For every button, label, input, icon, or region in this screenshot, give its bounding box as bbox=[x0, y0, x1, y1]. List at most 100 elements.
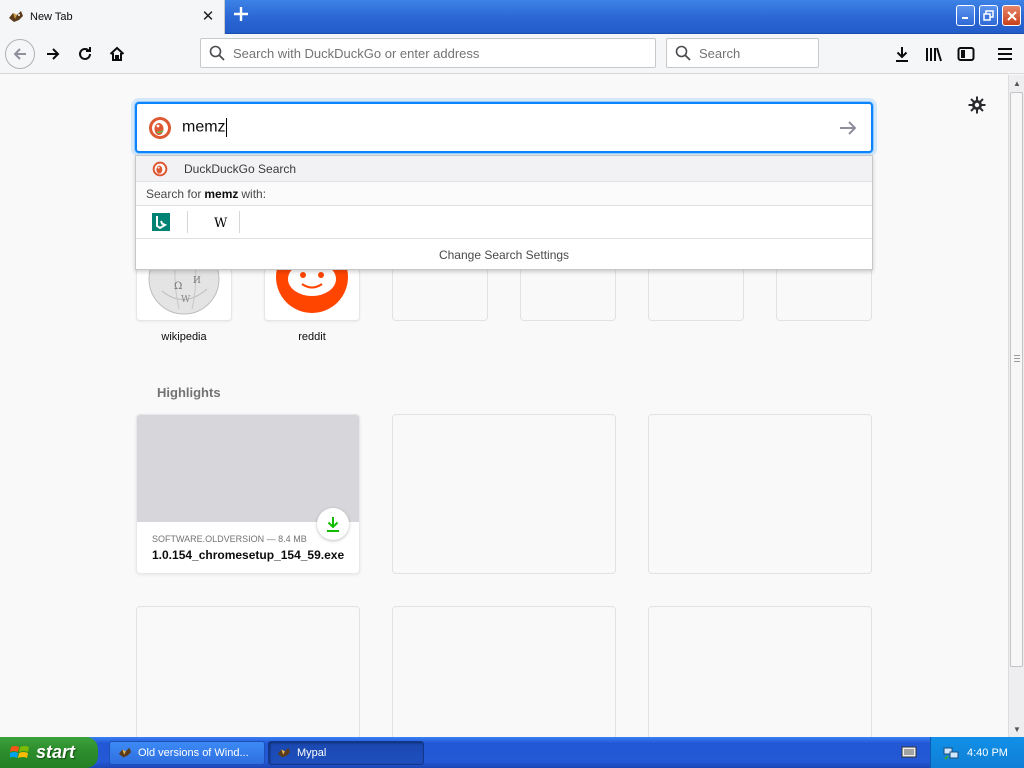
close-window-icon bbox=[1006, 10, 1017, 21]
wikipedia-icon: W bbox=[214, 216, 228, 229]
change-search-settings-button[interactable]: Change Search Settings bbox=[136, 239, 872, 270]
mypal-icon bbox=[277, 747, 291, 758]
start-button[interactable]: start bbox=[0, 737, 98, 768]
top-site-label: reddit bbox=[298, 331, 326, 343]
top-site-wikipedia[interactable]: Ω И W bbox=[136, 268, 232, 321]
search-go-button[interactable] bbox=[837, 117, 859, 139]
customize-button[interactable] bbox=[966, 94, 988, 116]
new-tab-page: Ω И W wikipedia reddit memz DuckDuckGo S… bbox=[0, 75, 1008, 737]
forward-arrow-icon bbox=[47, 48, 60, 60]
start-label: start bbox=[36, 742, 76, 762]
top-site-empty bbox=[520, 268, 616, 321]
wikipedia-logo-icon: Ω И W bbox=[148, 269, 220, 315]
wikipedia-engine-button[interactable]: W bbox=[204, 211, 240, 233]
search-icon bbox=[209, 45, 225, 61]
address-bar[interactable]: Search with DuckDuckGo or enter address bbox=[200, 38, 656, 68]
address-bar-placeholder: Search with DuckDuckGo or enter address bbox=[233, 45, 480, 61]
home-icon bbox=[109, 46, 125, 61]
search-engine-suggestion[interactable]: DuckDuckGo Search bbox=[136, 156, 872, 182]
tab-new-tab[interactable]: New Tab ✕ bbox=[0, 0, 225, 34]
back-button[interactable] bbox=[5, 39, 35, 69]
forward-button[interactable] bbox=[37, 38, 69, 70]
top-site-label: wikipedia bbox=[161, 331, 207, 343]
minimize-icon bbox=[962, 17, 968, 19]
system-tray: 4:40 PM bbox=[930, 737, 1024, 768]
top-site-empty bbox=[648, 268, 744, 321]
plus-icon bbox=[234, 7, 248, 21]
highlights-heading: Highlights bbox=[157, 385, 221, 400]
search-for-header: Search for memz with: bbox=[136, 182, 872, 206]
new-tab-search-input[interactable]: memz bbox=[135, 102, 873, 153]
network-icon[interactable] bbox=[943, 745, 959, 761]
highlight-placeholder bbox=[392, 606, 616, 737]
reload-icon bbox=[79, 47, 91, 60]
download-icon bbox=[896, 47, 908, 62]
taskbar-item[interactable]: Old versions of Wind... bbox=[109, 741, 265, 765]
mypal-icon bbox=[8, 9, 24, 25]
svg-text:Ω: Ω bbox=[174, 281, 182, 292]
home-button[interactable] bbox=[101, 38, 133, 70]
highlight-placeholder bbox=[648, 606, 872, 737]
scroll-up-icon[interactable]: ▲ bbox=[1009, 75, 1024, 91]
search-for-prefix: Search for bbox=[146, 186, 202, 201]
taskbar-item-label: Old versions of Wind... bbox=[138, 747, 249, 759]
close-window-button[interactable] bbox=[1002, 5, 1021, 26]
highlight-preview bbox=[137, 415, 359, 522]
hamburger-menu-icon bbox=[998, 48, 1012, 60]
clock: 4:40 PM bbox=[967, 746, 1008, 759]
tab-title: New Tab bbox=[30, 11, 73, 23]
back-arrow-icon bbox=[13, 48, 26, 60]
search-query-text: memz bbox=[182, 118, 227, 137]
search-suggestions-popup: DuckDuckGo Search Search for memz with: … bbox=[135, 155, 873, 270]
svg-text:W: W bbox=[181, 295, 191, 305]
vertical-scrollbar[interactable]: ▲ ▼ bbox=[1008, 75, 1024, 737]
bing-engine-button[interactable] bbox=[152, 211, 188, 233]
scroll-down-icon[interactable]: ▼ bbox=[1009, 721, 1024, 737]
svg-text:W: W bbox=[214, 216, 228, 229]
arrow-right-icon bbox=[840, 121, 857, 135]
menu-button[interactable] bbox=[989, 38, 1021, 70]
mypal-icon bbox=[118, 747, 132, 758]
scroll-thumb[interactable] bbox=[1010, 92, 1023, 667]
library-icon bbox=[926, 47, 942, 62]
alternate-engines-row: W bbox=[136, 206, 872, 239]
sidebar-icon bbox=[957, 47, 975, 61]
restore-button[interactable] bbox=[979, 5, 998, 26]
duckduckgo-icon bbox=[152, 161, 168, 176]
top-site-empty bbox=[776, 268, 872, 321]
new-tab-button[interactable] bbox=[230, 4, 252, 28]
tab-strip: New Tab ✕ bbox=[0, 0, 1024, 34]
search-for-term: memz bbox=[204, 186, 239, 201]
gear-icon bbox=[968, 96, 986, 114]
svg-text:И: И bbox=[193, 276, 201, 286]
top-site-reddit[interactable] bbox=[264, 268, 360, 321]
top-site-empty bbox=[392, 268, 488, 321]
highlight-meta: SOFTWARE.OLDVERSION — 8.4 MB bbox=[152, 534, 307, 544]
library-button[interactable] bbox=[918, 38, 950, 70]
minimize-button[interactable] bbox=[956, 5, 975, 26]
highlight-card[interactable]: SOFTWARE.OLDVERSION — 8.4 MB 1.0.154_chr… bbox=[136, 414, 360, 574]
bing-icon bbox=[152, 213, 170, 231]
duckduckgo-icon bbox=[149, 116, 171, 139]
search-icon bbox=[675, 45, 691, 61]
highlight-filename: 1.0.154_chromesetup_154_59.exe bbox=[152, 548, 345, 562]
highlight-placeholder bbox=[648, 414, 872, 574]
downloads-button[interactable] bbox=[886, 38, 918, 70]
reddit-logo-icon bbox=[276, 269, 348, 313]
taskbar-item-active[interactable]: Mypal bbox=[268, 741, 424, 765]
highlight-placeholder bbox=[136, 606, 360, 737]
close-icon[interactable]: ✕ bbox=[200, 9, 216, 25]
search-engine-label: DuckDuckGo Search bbox=[184, 161, 297, 176]
download-icon bbox=[317, 508, 349, 540]
search-bar[interactable]: Search bbox=[666, 38, 819, 68]
taskbar-item-label: Mypal bbox=[297, 747, 327, 759]
highlight-placeholder bbox=[392, 414, 616, 574]
reload-button[interactable] bbox=[69, 38, 101, 70]
keyboard-icon[interactable] bbox=[901, 745, 917, 762]
sidebar-button[interactable] bbox=[950, 38, 982, 70]
navigation-toolbar: Search with DuckDuckGo or enter address … bbox=[0, 34, 1024, 74]
taskbar: start Old versions of Wind... Mypal 4:40… bbox=[0, 737, 1024, 768]
search-for-suffix: with: bbox=[241, 186, 267, 201]
restore-icon bbox=[983, 10, 994, 21]
search-bar-placeholder: Search bbox=[699, 45, 741, 61]
